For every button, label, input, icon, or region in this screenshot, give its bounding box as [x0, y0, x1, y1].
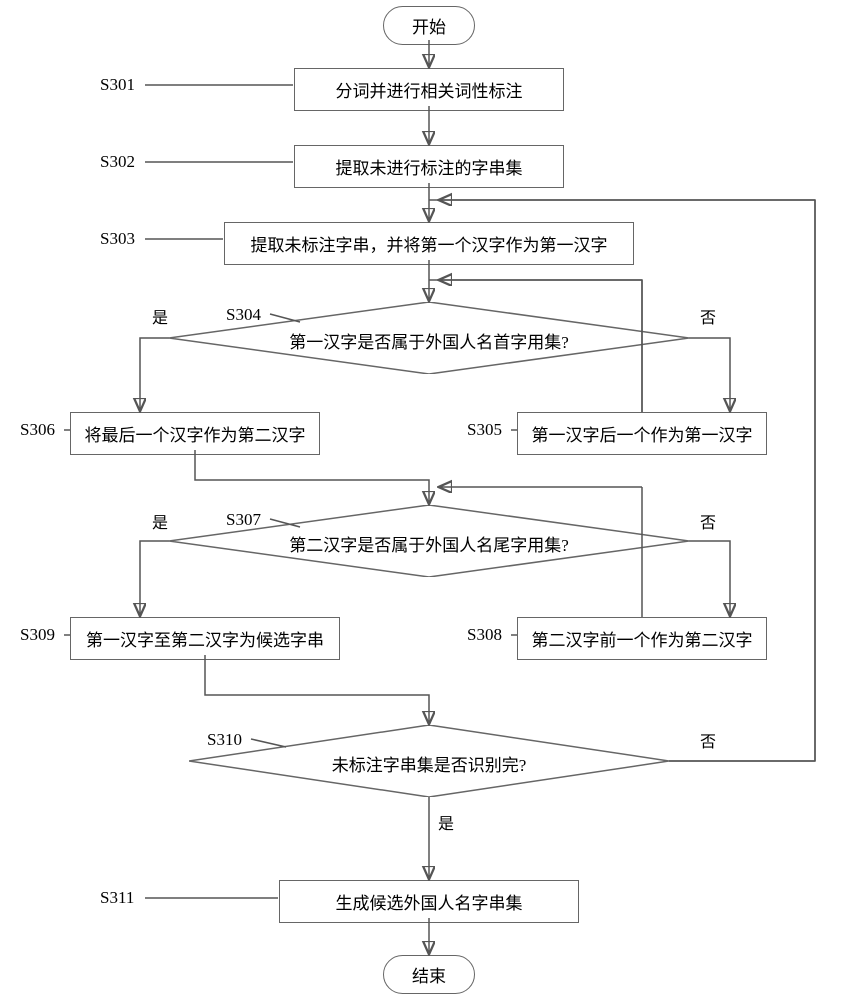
decision-s310-text: 未标注字串集是否识别完? [189, 751, 669, 776]
end-terminal: 结束 [383, 955, 475, 994]
label-s302: S302 [100, 152, 135, 172]
step-s311-box: 生成候选外国人名字串集 [279, 880, 579, 923]
s304-no-label: 否 [700, 304, 716, 328]
s310-yes-label: 是 [438, 810, 454, 834]
label-s311: S311 [100, 888, 134, 908]
label-s303: S303 [100, 229, 135, 249]
s307-no-label: 否 [700, 509, 716, 533]
step-s308-box: 第二汉字前一个作为第二汉字 [517, 617, 767, 660]
step-s309-box: 第一汉字至第二汉字为候选字串 [70, 617, 340, 660]
step-s302-box: 提取未进行标注的字串集 [294, 145, 564, 188]
start-terminal: 开始 [383, 6, 475, 45]
decision-s304-text: 第一汉字是否属于外国人名首字用集? [169, 328, 689, 353]
step-s303-box: 提取未标注字串，并将第一个汉字作为第一汉字 [224, 222, 634, 265]
s304-yes-label: 是 [152, 304, 168, 328]
label-s308: S308 [467, 625, 502, 645]
s307-yes-label: 是 [152, 509, 168, 533]
label-s305: S305 [467, 420, 502, 440]
step-s306-box: 将最后一个汉字作为第二汉字 [70, 412, 320, 455]
label-s301: S301 [100, 75, 135, 95]
label-s310: S310 [207, 730, 242, 750]
decision-s307-text: 第二汉字是否属于外国人名尾字用集? [169, 531, 689, 556]
label-s306: S306 [20, 420, 55, 440]
label-s309: S309 [20, 625, 55, 645]
step-s301-box: 分词并进行相关词性标注 [294, 68, 564, 111]
step-s305-box: 第一汉字后一个作为第一汉字 [517, 412, 767, 455]
decision-s310: 未标注字串集是否识别完? [189, 725, 669, 802]
label-s304: S304 [226, 305, 261, 325]
s310-no-label: 否 [700, 728, 716, 752]
label-s307: S307 [226, 510, 261, 530]
